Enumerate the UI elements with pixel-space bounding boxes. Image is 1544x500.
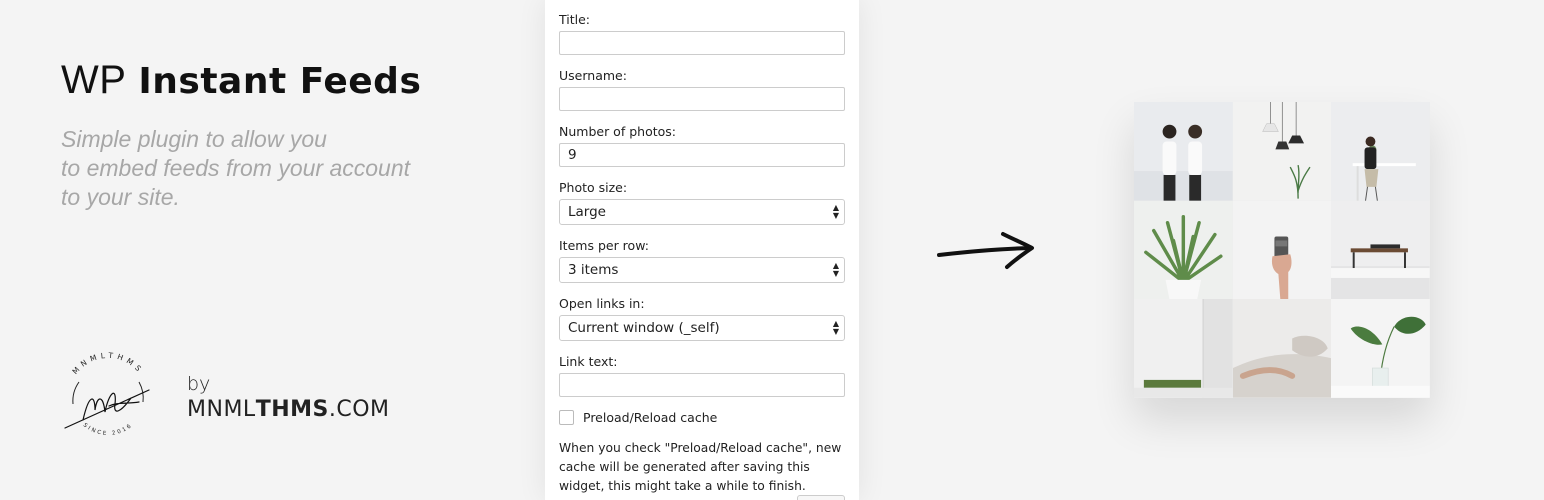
brand-by: by	[187, 372, 211, 395]
subtitle-line: to embed feeds from your account	[61, 155, 411, 181]
mnmlthms-logo-icon: MNMLTHMS SINCE 2016	[64, 352, 150, 437]
photo-size-value: Large	[568, 204, 606, 220]
svg-text:SINCE 2016: SINCE 2016	[82, 422, 134, 437]
white-wall-grass-photo[interactable]	[1134, 299, 1233, 398]
size-field-group: Photo size: Large ▲ ▼	[559, 180, 845, 225]
title-bold: Instant Feeds	[138, 61, 422, 102]
brand-text: by MNMLTHMS.COM	[187, 373, 390, 422]
svg-text:MNMLTHMS: MNMLTHMS	[70, 352, 145, 376]
site-part: MNML	[187, 396, 256, 422]
items-per-row-select[interactable]: 3 items ▲ ▼	[559, 257, 845, 283]
pendant-lamps-photo[interactable]	[1232, 102, 1332, 201]
photos-field-group: Number of photos: 9	[559, 124, 845, 167]
instagram-feed-grid	[1134, 102, 1430, 398]
hero-title: WP Instant Feeds	[61, 58, 481, 103]
widget-settings-panel: Title: Username: Number of photos: 9 Pho…	[545, 0, 859, 500]
preload-cache-checkbox[interactable]	[559, 410, 574, 425]
username-field-group: Username:	[559, 68, 845, 111]
logo-top-text: MNMLTHMS	[70, 352, 141, 376]
photo-size-select[interactable]: Large ▲ ▼	[559, 199, 845, 225]
link-text-field-group: Link text:	[559, 354, 845, 397]
subtitle-line: Simple plugin to allow you	[61, 126, 327, 152]
size-label: Photo size:	[559, 180, 628, 195]
right-arrow-icon	[937, 232, 1034, 269]
cache-help-text: When you check "Preload/Reload cache", n…	[559, 441, 842, 493]
username-label: Username:	[559, 68, 627, 83]
link-text-label: Link text:	[559, 354, 618, 369]
two-people-photo[interactable]	[1134, 102, 1233, 201]
number-of-photos-input[interactable]: 9	[559, 143, 845, 167]
select-arrows-icon: ▲ ▼	[832, 261, 839, 278]
subtitle-line: to your site.	[61, 184, 180, 210]
hero: WP Instant Feeds Simple plugin to allow …	[61, 58, 481, 212]
title-light: WP	[61, 58, 127, 102]
title-field-group: Title:	[559, 12, 845, 55]
hero-subtitle: Simple plugin to allow you to embed feed…	[61, 125, 481, 212]
aloe-plant-photo[interactable]	[1134, 200, 1233, 300]
site-part-bold: THMS	[255, 396, 329, 422]
open-links-select[interactable]: Current window (_self) ▲ ▼	[559, 315, 845, 341]
brand-site-link[interactable]: MNMLTHMS.COM	[187, 397, 390, 422]
per-row-field-group: Items per row: 3 items ▲ ▼	[559, 238, 845, 283]
open-links-field-group: Open links in: Current window (_self) ▲ ▼	[559, 296, 845, 341]
cache-checkbox-row: Preload/Reload cache	[559, 410, 845, 425]
bench-photo[interactable]	[1331, 200, 1430, 300]
open-links-value: Current window (_self)	[568, 320, 720, 336]
items-per-row-value: 3 items	[568, 262, 619, 278]
photos-label: Number of photos:	[559, 124, 676, 139]
person-resting-photo[interactable]	[1232, 299, 1332, 398]
select-arrows-icon: ▲ ▼	[832, 203, 839, 220]
hand-holding-cup-photo[interactable]	[1232, 200, 1332, 300]
open-links-label: Open links in:	[559, 296, 645, 311]
username-input[interactable]	[559, 87, 845, 111]
per-row-label: Items per row:	[559, 238, 649, 253]
title-input[interactable]	[559, 31, 845, 55]
save-button[interactable]	[797, 495, 845, 500]
logo-bottom-text: SINCE 2016	[82, 422, 132, 437]
site-part: .COM	[328, 396, 390, 422]
select-arrows-icon: ▲ ▼	[832, 319, 839, 336]
brand-block: MNMLTHMS SINCE 2016 by MNMLTHMS.COM	[55, 352, 390, 442]
link-text-input[interactable]	[559, 373, 845, 397]
monstera-leaf-photo[interactable]	[1331, 299, 1430, 398]
person-at-desk-photo[interactable]	[1331, 102, 1430, 201]
preload-cache-label[interactable]: Preload/Reload cache	[583, 410, 717, 425]
title-label: Title:	[559, 12, 590, 27]
